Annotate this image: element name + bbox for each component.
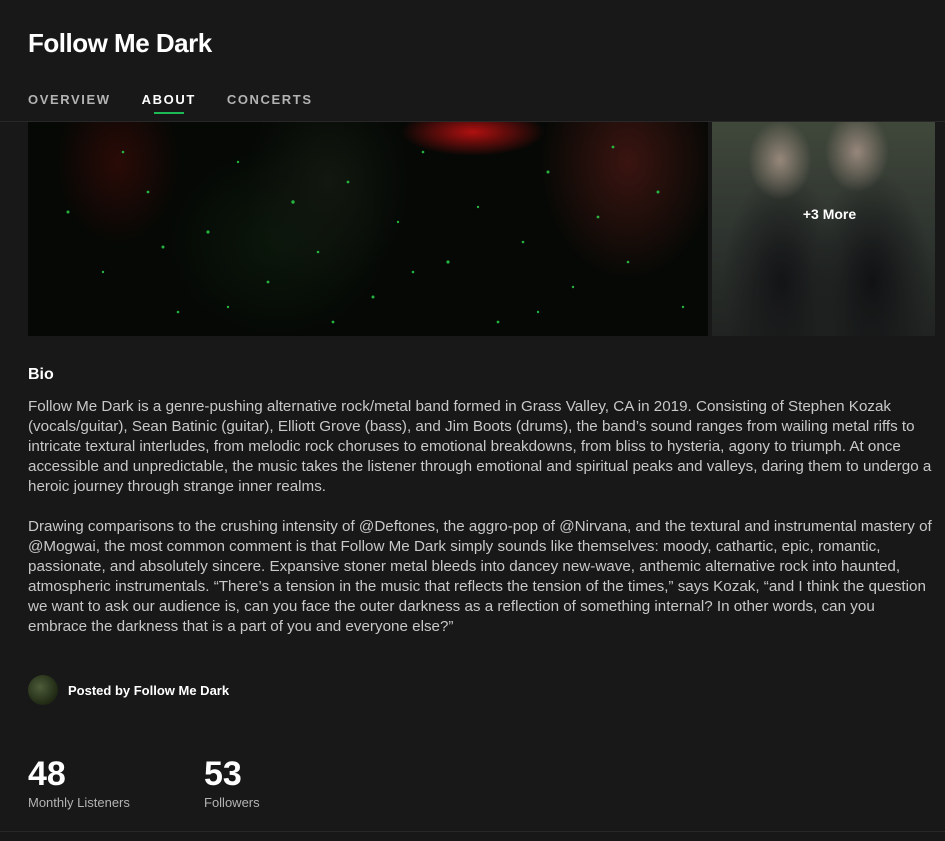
bio-paragraph: Follow Me Dark is a genre-pushing altern… bbox=[28, 398, 932, 495]
divider bbox=[0, 831, 945, 832]
followers-label: Followers bbox=[204, 795, 260, 810]
artist-header: Follow Me Dark OVERVIEW ABOUT CONCERTS bbox=[0, 0, 945, 122]
band-photo-side[interactable]: +3 More bbox=[712, 122, 935, 336]
posted-by-label: Posted by Follow Me Dark bbox=[68, 682, 230, 698]
followers-stat: 53 Followers bbox=[204, 755, 260, 810]
monthly-listeners-stat: 48 Monthly Listeners bbox=[28, 755, 130, 810]
bio-heading: Bio bbox=[28, 366, 54, 383]
bio-text: Follow Me Dark is a genre-pushing altern… bbox=[28, 397, 933, 657]
photo-gallery: +3 More bbox=[28, 122, 935, 336]
more-photos-overlay[interactable]: +3 More bbox=[712, 122, 935, 336]
avatar[interactable] bbox=[28, 675, 58, 705]
monthly-listeners-count: 48 bbox=[28, 755, 66, 793]
tab-overview[interactable]: OVERVIEW bbox=[28, 92, 111, 117]
artist-name: Follow Me Dark bbox=[28, 28, 212, 58]
monthly-listeners-label: Monthly Listeners bbox=[28, 795, 130, 810]
bio-paragraph: Drawing comparisons to the crushing inte… bbox=[28, 518, 932, 635]
tab-about[interactable]: ABOUT bbox=[142, 92, 196, 117]
followers-count: 53 bbox=[204, 755, 242, 793]
posted-by[interactable]: Posted by Follow Me Dark bbox=[28, 675, 229, 705]
more-photos-label: +3 More bbox=[802, 206, 857, 222]
tab-concerts[interactable]: CONCERTS bbox=[227, 92, 313, 117]
tab-bar: OVERVIEW ABOUT CONCERTS bbox=[28, 92, 344, 117]
band-photo-main[interactable] bbox=[28, 122, 708, 336]
